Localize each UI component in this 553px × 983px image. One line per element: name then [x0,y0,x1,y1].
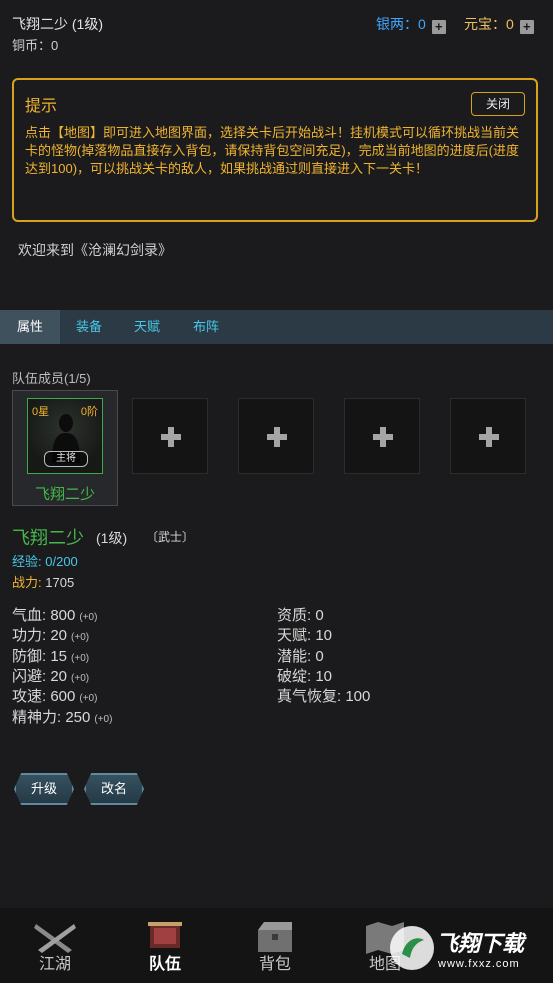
nav-label: 江湖 [38,956,71,973]
power-label: 战力: [12,575,42,590]
silver-display: 银两：0 + [376,14,446,34]
team-slot-empty[interactable] [238,398,314,474]
stat-value: 0 [315,607,324,624]
stat-value: 10 [315,627,333,644]
add-yuanbao-button[interactable]: + [519,20,534,34]
stat-row: 气血: 800 (+0) [12,604,97,625]
hero-portrait: 0星 0阶 主将 [27,398,103,474]
stat-row: 天赋: 10 [277,624,332,645]
nav-label: 队伍 [148,956,181,973]
stat-bonus: (+0) [79,612,98,623]
silver-value: 0 [418,16,426,32]
copper-value: 0 [51,38,59,53]
add-member-icon [267,427,287,447]
hero-exp: 经验: 0/200 [12,551,78,570]
nav-item-bag[interactable]: 背包 [220,908,330,983]
yuanbao-value: 0 [506,16,514,32]
stat-label: 攻速: [12,688,47,705]
leader-badge: 主将 [44,451,88,467]
hero-name: 飞翔二少 [12,528,84,548]
stat-value: 600 [50,688,76,705]
power-value: 1705 [45,575,75,590]
tip-title: 提示 [25,98,58,115]
add-member-icon [373,427,393,447]
stat-row: 闪避: 20 (+0) [12,665,89,686]
stat-label: 气血: [12,607,47,624]
player-name: 飞翔二少 (1级) [12,16,103,32]
stat-value: 20 [50,627,68,644]
team-slot-empty[interactable] [132,398,208,474]
stat-bonus: (+0) [71,673,90,684]
exp-value: 0/200 [45,554,78,569]
stat-label: 闪避: [12,668,47,685]
nav-item-team[interactable]: 队伍 [110,908,220,983]
stat-label: 资质: [277,607,312,624]
tab-talent[interactable]: 天赋 [118,310,176,344]
stat-label: 天赋: [277,627,312,644]
watermark-url: www.fxxz.com [438,958,520,970]
tab-formation[interactable]: 布阵 [176,310,236,344]
hero-stars: 0星 [32,406,50,418]
tab-attributes[interactable]: 属性 [0,310,60,344]
stat-label: 防御: [12,648,47,665]
yuanbao-display: 元宝：0 + [464,14,534,34]
stat-bonus: (+0) [71,653,90,664]
stat-label: 潜能: [277,648,312,665]
stat-label: 功力: [12,627,47,644]
stat-value: 100 [345,688,371,705]
hero-level: (1级) [96,530,128,546]
stat-row: 功力: 20 (+0) [12,624,89,645]
stat-row: 资质: 0 [277,604,324,625]
leader-name: 飞翔二少 [34,486,95,503]
stat-row: 精神力: 250 (+0) [12,706,112,727]
team-members-label: 队伍成员(1/5) [12,371,91,386]
silver-label: 银两： [376,16,418,32]
tip-panel: 提示 关闭 点击【地图】即可进入地图界面，选择关卡后开始战斗！挂机模式可以循环挑… [12,78,538,222]
stat-value: 800 [50,607,76,624]
copper-label: 铜币： [12,38,52,53]
tip-text: 点击【地图】即可进入地图界面，选择关卡后开始战斗！挂机模式可以循环挑战当前关卡的… [25,125,520,176]
stat-value: 10 [315,668,333,685]
upgrade-button[interactable]: 升级 [14,773,74,805]
nav-label: 背包 [258,956,291,973]
stat-label: 真气恢复: [277,688,342,705]
tab-equipment[interactable]: 装备 [60,310,118,344]
welcome-message: 欢迎来到《沧澜幻剑录》 [18,242,172,258]
watermark-logo: 飞翔下载 www.fxxz.com [388,920,550,978]
watermark-text: 飞翔下载 [436,931,525,956]
stat-value: 250 [65,709,91,726]
stat-row: 破绽: 10 [277,665,332,686]
stat-value: 0 [315,648,324,665]
stat-bonus: (+0) [79,693,98,704]
add-member-icon [161,427,181,447]
stat-row: 潜能: 0 [277,645,324,666]
rename-button[interactable]: 改名 [84,773,144,805]
team-slot-leader[interactable]: 0星 0阶 主将 飞翔二少 [12,390,118,506]
stat-value: 15 [50,648,68,665]
nav-item-jianghu[interactable]: 江湖 [0,908,110,983]
stat-label: 破绽: [277,668,312,685]
hero-class: 〔武士〕 [146,530,195,544]
stat-row: 防御: 15 (+0) [12,645,89,666]
add-member-icon [479,427,499,447]
stat-row: 攻速: 600 (+0) [12,685,97,706]
add-silver-button[interactable]: + [431,20,446,34]
tip-close-button[interactable]: 关闭 [471,92,525,116]
hero-rank: 0阶 [80,406,98,418]
stat-label: 精神力: [12,709,62,726]
tab-bar: 属性 装备 天赋 布阵 [0,310,553,344]
stat-row: 真气恢复: 100 [277,685,370,706]
yuanbao-label: 元宝： [464,16,506,32]
stat-bonus: (+0) [71,632,90,643]
hero-power: 战力: 1705 [12,572,74,591]
stat-value: 20 [50,668,68,685]
team-slot-empty[interactable] [450,398,526,474]
team-slot-empty[interactable] [344,398,420,474]
copper-display: 铜币：0 [12,35,58,54]
watermark-logo-icon [390,926,434,970]
stat-bonus: (+0) [94,714,113,725]
exp-label: 经验: [12,554,42,569]
